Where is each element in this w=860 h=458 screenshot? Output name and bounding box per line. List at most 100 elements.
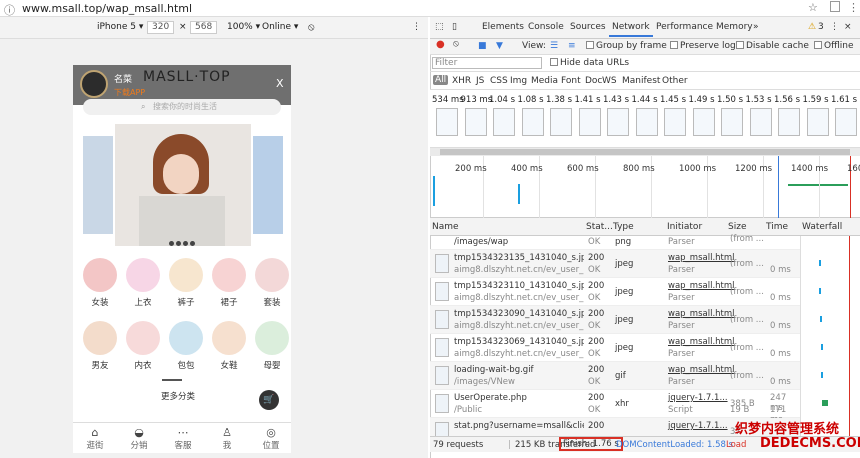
film-frame[interactable]: [578, 108, 601, 136]
category-image[interactable]: [212, 258, 246, 292]
tab-sources[interactable]: Sources: [570, 22, 606, 32]
column-5[interactable]: Time: [766, 222, 788, 232]
table-row[interactable]: UserOperate.php/Public 200 OK xhr jquery-1.7…: [430, 390, 800, 425]
device-toggle-icon[interactable]: ▯: [452, 22, 457, 32]
close-devtools-icon[interactable]: ×: [844, 22, 852, 32]
type-filter-img[interactable]: Img: [510, 76, 527, 86]
camera-icon[interactable]: ■: [478, 41, 487, 51]
rotate-icon[interactable]: ⦸: [308, 22, 315, 33]
initiator[interactable]: wap_msall.html: [668, 309, 735, 319]
initiator[interactable]: jquery-1.7.1...: [668, 393, 728, 403]
url-text[interactable]: www.msall.top/wap_msall.html: [22, 2, 192, 15]
device-select[interactable]: iPhone 5 ▾: [97, 22, 143, 32]
filmstrip-scrollbar[interactable]: [430, 148, 860, 156]
type-filter-doc[interactable]: Doc: [585, 76, 602, 86]
carousel-dots[interactable]: [169, 236, 197, 249]
type-filter-manifest[interactable]: Manifest: [622, 76, 660, 86]
film-frame[interactable]: [749, 108, 772, 136]
category-label[interactable]: 内衣: [123, 359, 163, 371]
initiator[interactable]: wap_msall.html: [668, 337, 735, 347]
film-frame[interactable]: [692, 108, 715, 136]
table-row[interactable]: tmp1534323110_1431040_s.jpg aimg8.dlszyht…: [430, 278, 800, 306]
tab-network[interactable]: Network: [609, 22, 653, 37]
category-label[interactable]: 男友: [80, 359, 120, 371]
warning-icon[interactable]: ⚠: [808, 22, 816, 32]
category-label[interactable]: 包包: [166, 359, 206, 371]
category-label[interactable]: 上衣: [123, 296, 163, 308]
table-row[interactable]: loading-wait-bg.gif/images/VNew 200 OK gif w…: [430, 362, 800, 390]
category-label[interactable]: 女鞋: [209, 359, 249, 371]
film-frame[interactable]: [464, 108, 487, 136]
request-name[interactable]: tmp1534323069_1431040_s.jpg: [454, 337, 584, 347]
column-4[interactable]: Size: [728, 222, 746, 232]
download-app-link[interactable]: 下载APP: [114, 87, 145, 98]
zoom-select[interactable]: 100% ▾: [227, 22, 260, 32]
tab-console[interactable]: Console: [528, 22, 564, 32]
record-icon[interactable]: ●: [436, 39, 445, 50]
category-label[interactable]: 裤子: [166, 296, 206, 308]
film-frame[interactable]: [521, 108, 544, 136]
request-name[interactable]: /images/wap: [454, 237, 584, 247]
table-row[interactable]: /images/wapOKpngParser(from ...0 ms: [430, 234, 800, 261]
request-name[interactable]: tmp1534323135_1431040_s.jpg: [454, 253, 584, 263]
film-frame[interactable]: [493, 108, 515, 136]
category-image[interactable]: [255, 321, 289, 355]
inspect-icon[interactable]: ⬚: [435, 22, 444, 32]
category-image[interactable]: [212, 321, 246, 355]
info-icon[interactable]: ⓘ: [4, 2, 15, 18]
search-input[interactable]: ⌕ 搜索你的时尚生活: [83, 99, 281, 115]
category-image[interactable]: [126, 321, 160, 355]
overview-icon[interactable]: ≡: [568, 41, 576, 51]
more-categories[interactable]: 更多分类: [161, 390, 195, 402]
initiator[interactable]: wap_msall.html: [668, 281, 735, 291]
banner-image[interactable]: [115, 124, 251, 246]
film-frame[interactable]: [664, 108, 686, 136]
category-image[interactable]: [83, 321, 117, 355]
type-filter-media[interactable]: Media: [531, 76, 558, 86]
type-filter-ws[interactable]: WS: [602, 76, 617, 86]
category-label[interactable]: 套装: [252, 296, 291, 308]
category-label[interactable]: 女装: [80, 296, 120, 308]
devtools-menu-icon[interactable]: ⋮: [830, 22, 839, 32]
initiator[interactable]: wap_msall.html: [668, 253, 735, 263]
request-name[interactable]: stat.png?username=msall&client...: [454, 421, 584, 431]
large-rows-icon[interactable]: ☰: [550, 41, 558, 51]
type-filter-css[interactable]: CSS: [490, 76, 508, 86]
category-image[interactable]: [255, 258, 289, 292]
film-frame[interactable]: [835, 108, 857, 136]
network-select[interactable]: Online ▾: [262, 22, 298, 32]
request-name[interactable]: loading-wait-bg.gif: [454, 365, 584, 375]
nav-item[interactable]: ♙ 我: [209, 427, 245, 452]
category-label[interactable]: 裙子: [209, 296, 249, 308]
film-frame[interactable]: [778, 108, 800, 136]
film-frame[interactable]: [436, 108, 458, 136]
table-row[interactable]: tmp1534323069_1431040_s.jpg aimg8.dlszyht…: [430, 334, 800, 362]
type-filter-other[interactable]: Other: [662, 76, 688, 86]
nav-item[interactable]: ⌂ 逛街: [77, 427, 113, 452]
offline[interactable]: Offline: [814, 41, 854, 51]
request-name[interactable]: UserOperate.php: [454, 393, 584, 403]
group-by-frame[interactable]: Group by frame: [586, 41, 667, 51]
filter-input[interactable]: Filter: [432, 57, 542, 69]
extension-icon[interactable]: [830, 1, 840, 12]
type-filter-font[interactable]: Font: [561, 76, 581, 86]
request-name[interactable]: tmp1534323090_1431040_s.jpg: [454, 309, 584, 319]
banner-left-image[interactable]: [83, 136, 113, 234]
category-image[interactable]: [126, 258, 160, 292]
height-input[interactable]: 568: [190, 21, 218, 34]
width-input[interactable]: 320: [147, 21, 175, 34]
star-icon[interactable]: ☆: [808, 1, 818, 14]
column-1[interactable]: Stat...: [586, 222, 613, 232]
menu-icon[interactable]: ⋮: [848, 1, 859, 14]
filter-icon[interactable]: ▼: [496, 41, 503, 51]
table-row[interactable]: tmp1534323090_1431040_s.jpg aimg8.dlszyht…: [430, 306, 800, 334]
film-frame[interactable]: [635, 108, 658, 136]
film-frame[interactable]: [607, 108, 629, 136]
banner-right-image[interactable]: [253, 136, 283, 234]
nav-item[interactable]: ◒ 分销: [121, 427, 157, 452]
film-frame[interactable]: [550, 108, 572, 136]
column-3[interactable]: Initiator: [667, 222, 702, 232]
hide-data-urls[interactable]: Hide data URLs: [550, 58, 629, 68]
category-image[interactable]: [169, 321, 203, 355]
table-row[interactable]: tmp1534323135_1431040_s.jpg aimg8.dlszyht…: [430, 250, 800, 278]
